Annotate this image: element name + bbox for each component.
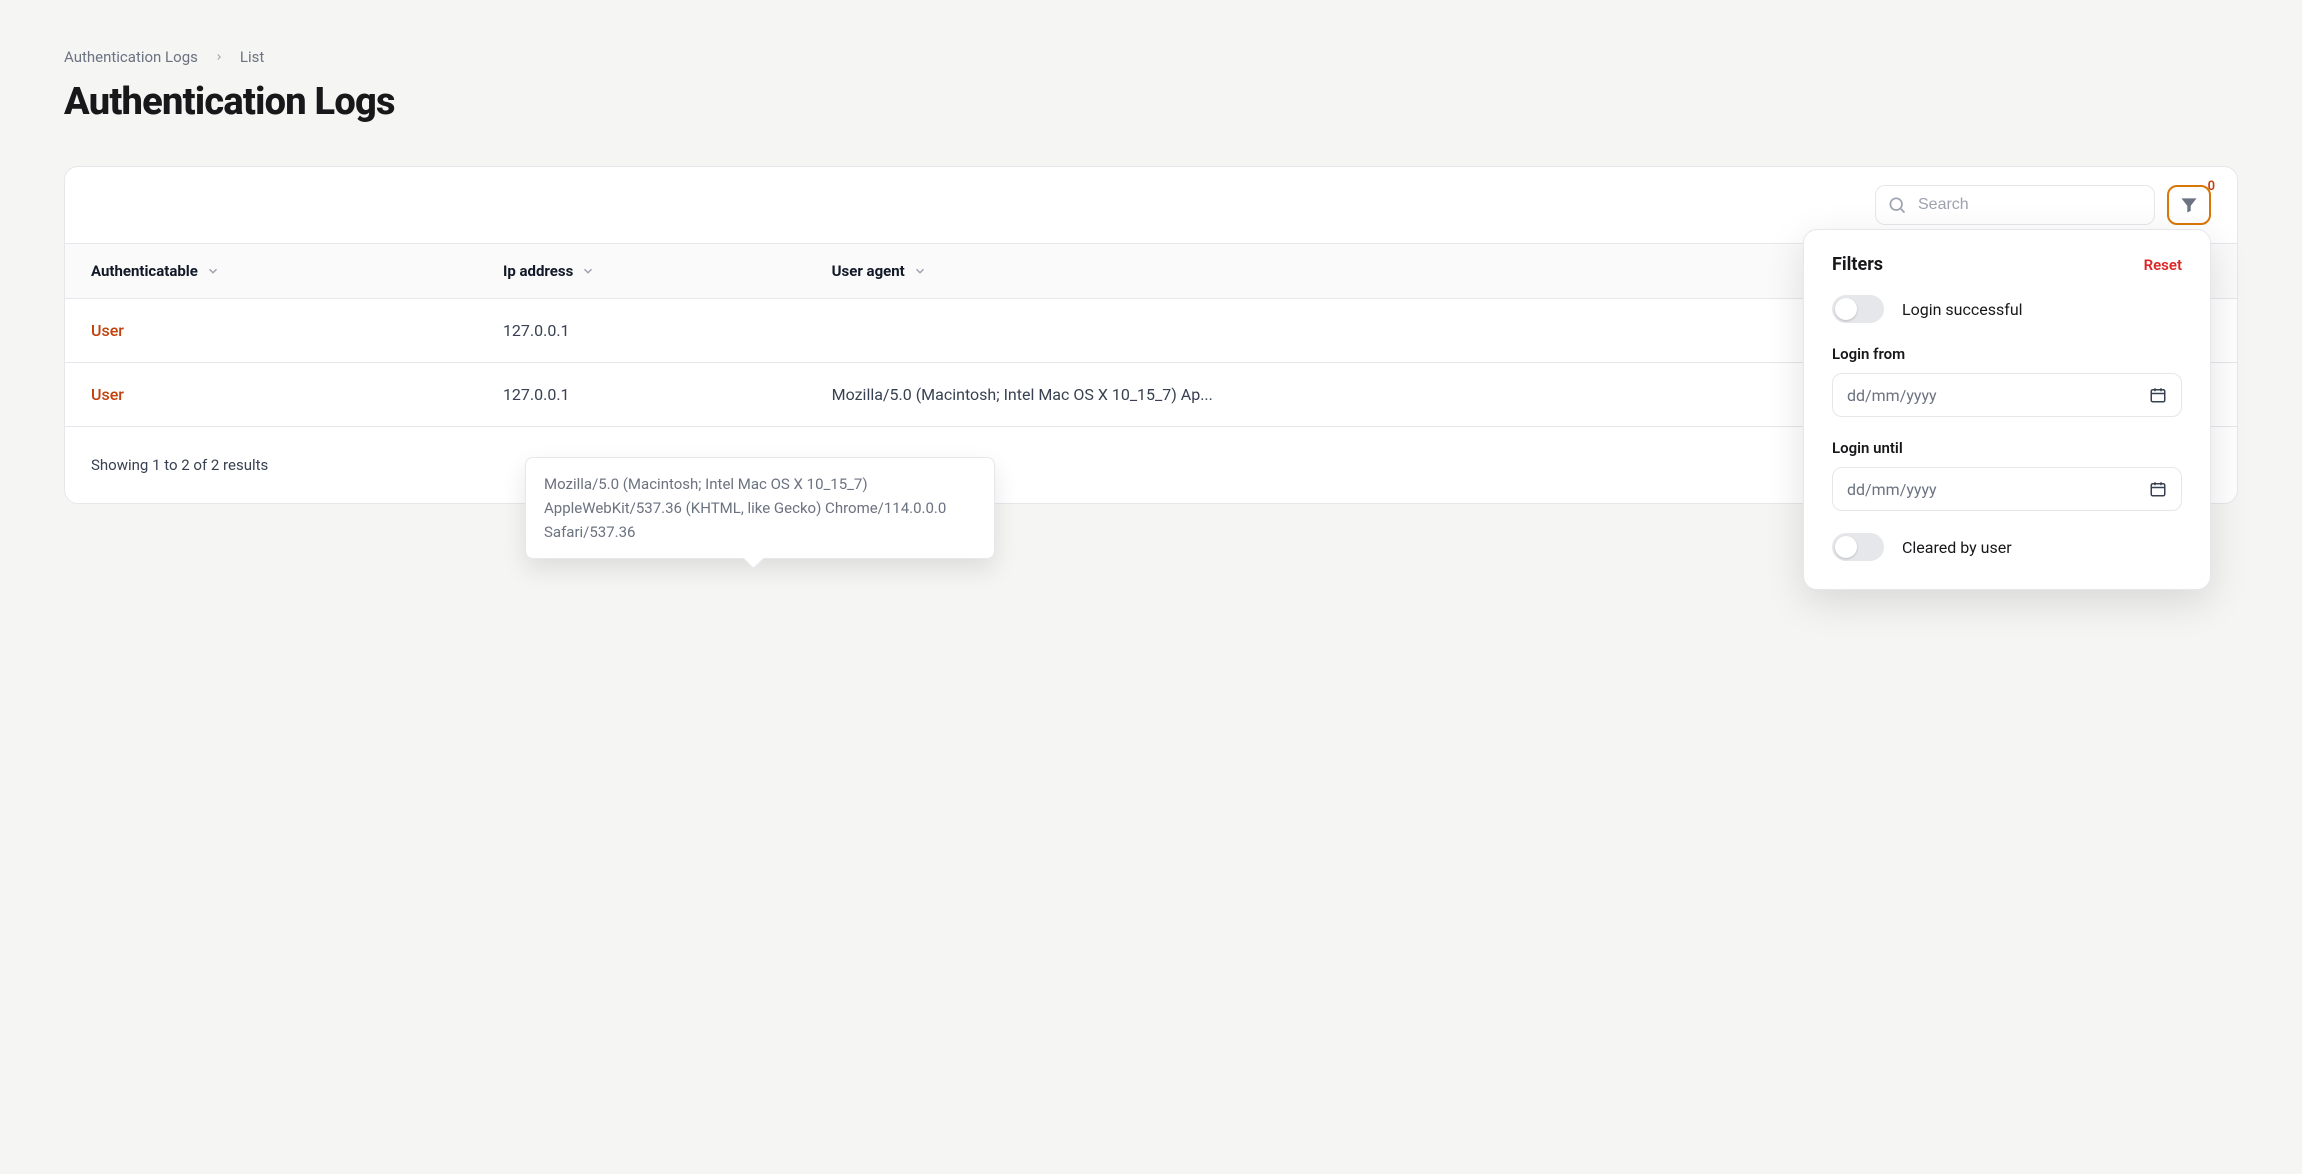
table-panel: 0 Authenticatable Ip address <box>64 166 2238 504</box>
breadcrumb: Authentication Logs List <box>64 48 2238 66</box>
page-title: Authentication Logs <box>64 80 2238 124</box>
user-link[interactable]: User <box>91 321 124 340</box>
login-from-input[interactable]: dd/mm/yyyy <box>1832 373 2182 417</box>
toggle-label: Login successful <box>1902 300 2023 319</box>
col-ip[interactable]: Ip address <box>477 244 806 299</box>
search-wrap <box>1875 185 2155 225</box>
login-until-input[interactable]: dd/mm/yyyy <box>1832 467 2182 511</box>
chevron-down-icon <box>581 264 595 278</box>
funnel-icon <box>2179 195 2199 215</box>
col-label: Authenticatable <box>91 262 198 280</box>
filters-popover: Filters Reset Login successful Login fro… <box>1803 229 2211 590</box>
chevron-right-icon <box>214 52 224 62</box>
filter-badge: 0 <box>2208 179 2215 194</box>
toggle-label: Cleared by user <box>1902 538 2012 557</box>
results-summary: Showing 1 to 2 of 2 results <box>91 456 268 474</box>
login-from-label: Login from <box>1832 345 2182 363</box>
calendar-icon <box>2149 480 2167 498</box>
cell-user-agent: Mozilla/5.0 (Macintosh; Intel Mac OS X 1… <box>806 363 1793 427</box>
filter-button[interactable]: 0 <box>2167 185 2211 225</box>
cell-ip: 127.0.0.1 <box>477 363 806 427</box>
toggle-cleared-by-user[interactable] <box>1832 533 1884 561</box>
breadcrumb-root[interactable]: Authentication Logs <box>64 48 198 66</box>
date-placeholder: dd/mm/yyyy <box>1847 386 1937 405</box>
filters-title: Filters <box>1832 254 1883 275</box>
cell-ip: 127.0.0.1 <box>477 299 806 363</box>
filters-reset-button[interactable]: Reset <box>2144 256 2182 274</box>
login-until-label: Login until <box>1832 439 2182 457</box>
col-authenticatable[interactable]: Authenticatable <box>65 244 477 299</box>
search-icon <box>1887 195 1907 215</box>
user-link[interactable]: User <box>91 385 124 404</box>
cell-user-agent <box>806 299 1793 363</box>
toggle-login-successful[interactable] <box>1832 295 1884 323</box>
breadcrumb-leaf: List <box>240 48 264 66</box>
search-input[interactable] <box>1875 185 2155 225</box>
date-placeholder: dd/mm/yyyy <box>1847 480 1937 499</box>
col-user-agent[interactable]: User agent <box>806 244 1793 299</box>
user-agent-tooltip: Mozilla/5.0 (Macintosh; Intel Mac OS X 1… <box>525 457 995 559</box>
chevron-down-icon <box>913 264 927 278</box>
col-label: Ip address <box>503 262 573 280</box>
chevron-down-icon <box>206 264 220 278</box>
calendar-icon <box>2149 386 2167 404</box>
col-label: User agent <box>832 262 905 280</box>
